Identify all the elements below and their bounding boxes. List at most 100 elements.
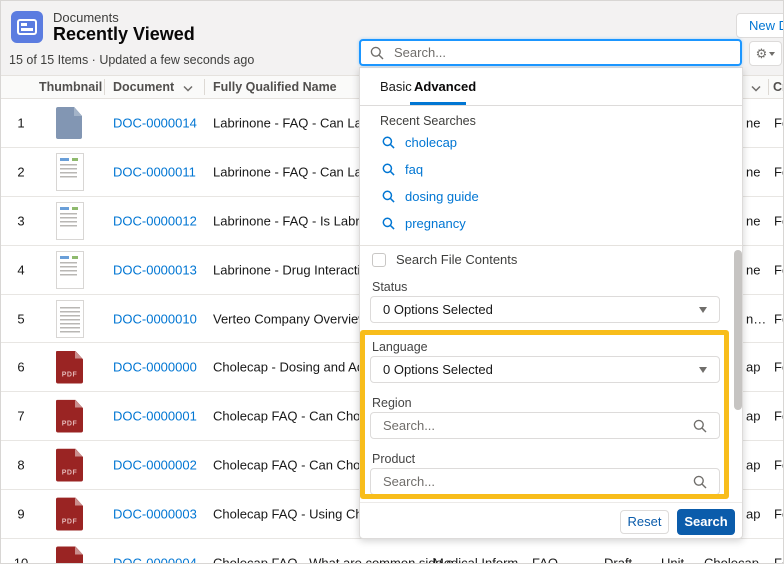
date-cell-fragment: Fe [774,458,784,473]
language-label: Language [372,340,428,354]
search-icon [382,190,395,203]
dropdown-arrow-icon [699,367,707,373]
data-cell: Draft [604,556,632,564]
date-cell-fragment: Fe [774,262,784,277]
recent-search-text: faq [405,162,423,177]
pdf-icon-label: PDF [56,421,83,428]
document-link[interactable]: DOC-0000010 [113,311,197,326]
search-button[interactable]: Search [677,509,735,535]
tab-basic[interactable]: Basic [380,79,412,94]
row-number: 3 [9,213,33,228]
gear-icon: ⚙ [756,47,768,60]
column-divider [768,79,769,95]
date-cell-fragment: Fe [774,164,784,179]
data-cell: Unit… [661,556,697,564]
product-search-input[interactable] [383,474,693,489]
object-label: Documents [53,10,119,25]
file-contents-row[interactable]: Search File Contents [372,252,517,267]
list-settings-button[interactable]: ⚙ [749,41,782,66]
reset-button[interactable]: Reset [620,510,669,534]
search-icon [693,475,707,489]
document-link[interactable]: DOC-0000011 [113,164,196,179]
tab-advanced[interactable]: Advanced [414,79,476,94]
document-link[interactable]: DOC-0000013 [113,262,197,277]
product-cell-fragment: ap [746,507,760,522]
product-cell-fragment: n… [746,311,766,326]
product-cell-fragment: ne [746,164,760,179]
row-number: 1 [9,115,33,130]
region-search-input[interactable] [383,418,693,433]
row-number: 4 [9,262,33,277]
recent-search-item[interactable]: cholecap [382,135,457,150]
column-header-created[interactable]: Cr [773,80,784,94]
product-search-field[interactable] [370,468,720,495]
language-value: 0 Options Selected [383,362,699,377]
documents-object-icon [11,11,43,43]
document-link[interactable]: DOC-0000002 [113,458,197,473]
search-icon [693,419,707,433]
list-meta: 15 of 15 Items · Updated a few seconds a… [9,53,254,67]
product-cell-fragment: ne [746,115,760,130]
recent-searches-label: Recent Searches [380,114,476,128]
data-cell: Medical Inform… [433,556,531,564]
pdf-icon: PDF [56,449,83,482]
checkbox-label: Search File Contents [396,252,517,267]
region-label: Region [372,396,412,410]
search-tabs: Basic Advanced [360,68,742,106]
table-row: 10 PDF DOC-0000004 Cholecap FAQ - What are … [1,539,783,564]
chevron-down-icon [769,52,775,56]
product-cell-fragment: ne [746,262,760,277]
column-header-document[interactable]: Document [113,80,174,94]
date-cell-fragment: Fe [774,507,784,522]
search-file-contents-checkbox[interactable] [372,253,386,267]
pdf-icon: PDF [56,498,83,531]
chevron-down-icon[interactable] [751,80,761,95]
product-cell-fragment: ap [746,360,760,375]
chevron-down-icon[interactable] [183,80,193,95]
data-cell: Cholecap [704,556,759,564]
search-icon [382,217,395,230]
new-document-button[interactable]: New Do [736,13,784,38]
page-title: Recently Viewed [53,24,195,45]
product-cell-fragment: ap [746,458,760,473]
document-link[interactable]: DOC-0000012 [113,213,197,228]
column-header-thumbnail[interactable]: Thumbnail [39,80,102,94]
product-cell-fragment: ne [746,213,760,228]
dropdown-arrow-icon [699,307,707,313]
row-number: 10 [9,556,33,564]
row-number: 2 [9,164,33,179]
column-header-fqn[interactable]: Fully Qualified Name [213,80,337,94]
status-label: Status [372,280,407,294]
recent-search-item[interactable]: pregnancy [382,216,466,231]
document-link[interactable]: DOC-0000003 [113,507,197,522]
date-cell-fragment: Fe [774,115,784,130]
row-number: 8 [9,458,33,473]
pdf-icon-label: PDF [56,470,83,477]
document-link[interactable]: DOC-0000014 [113,115,197,130]
search-icon [382,163,395,176]
fqn-cell: Cholecap FAQ - What are common side e… [213,556,467,564]
language-dropdown[interactable]: 0 Options Selected [370,356,720,383]
column-divider [204,79,205,95]
pdf-icon: PDF [56,547,83,564]
row-number: 5 [9,311,33,326]
search-input[interactable] [392,44,740,61]
pdf-icon: PDF [56,400,83,433]
document-link[interactable]: DOC-0000004 [113,556,197,564]
column-divider [104,79,105,95]
recent-search-item[interactable]: dosing guide [382,189,479,204]
status-value: 0 Options Selected [383,302,699,317]
panel-scrollbar[interactable] [734,250,742,410]
status-dropdown[interactable]: 0 Options Selected [370,296,720,323]
region-search-field[interactable] [370,412,720,439]
product-cell-fragment: ap [746,409,760,424]
recent-search-item[interactable]: faq [382,162,423,177]
document-link[interactable]: DOC-0000001 [113,409,197,424]
document-link[interactable]: DOC-0000000 [113,360,197,375]
pdf-icon: PDF [56,351,83,384]
global-search[interactable] [359,39,742,66]
row-number: 7 [9,409,33,424]
file-icon [56,107,82,139]
document-thumbnail [56,202,84,240]
pdf-icon-label: PDF [56,372,83,379]
